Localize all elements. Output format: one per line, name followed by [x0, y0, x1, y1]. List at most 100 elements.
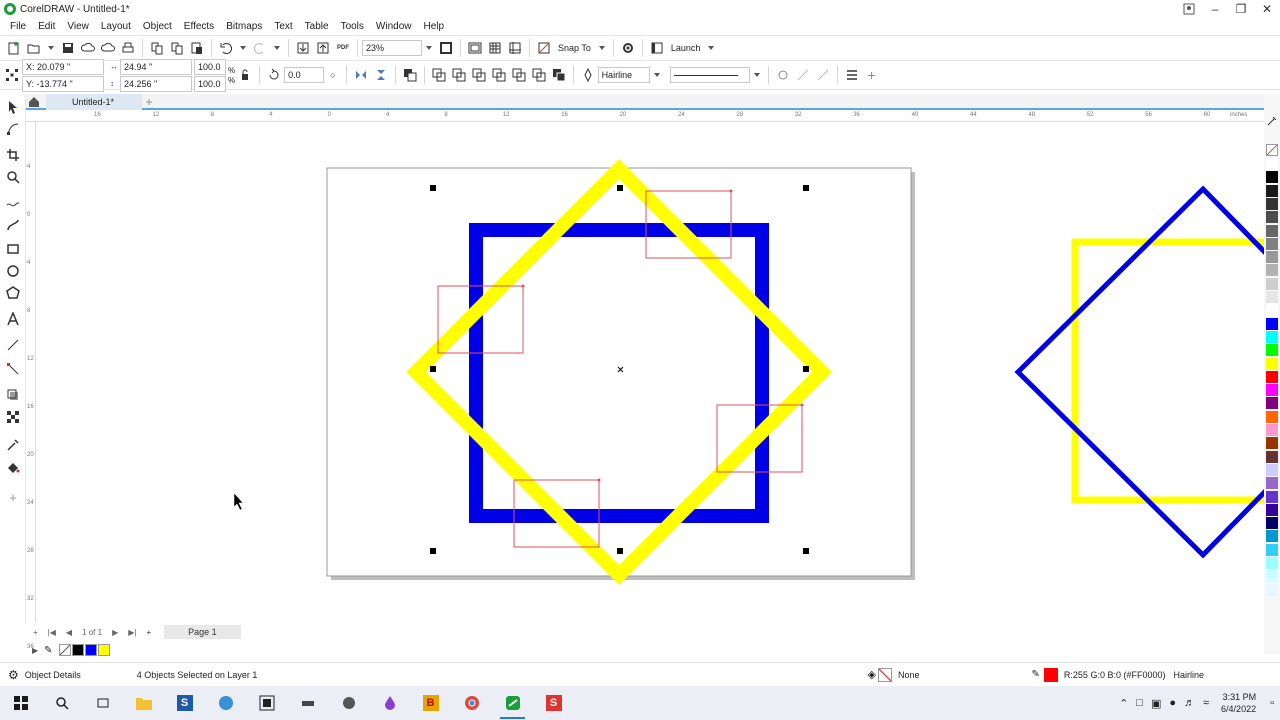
palette-swatch[interactable] [1266, 357, 1278, 370]
notification-icon[interactable]: ▫ [1264, 697, 1280, 709]
menu-text[interactable]: Text [268, 21, 298, 32]
app-s-icon[interactable]: S [164, 686, 205, 720]
simplify-icon[interactable] [489, 65, 509, 85]
palette-swatch[interactable] [1266, 224, 1278, 237]
edit-curves-icon[interactable] [813, 65, 833, 85]
align-distribute-icon[interactable] [842, 65, 862, 85]
no-color-swatch[interactable] [1266, 144, 1278, 156]
palette-swatch[interactable] [1266, 277, 1278, 290]
x-position-field[interactable]: X: 20.079 " [22, 58, 104, 75]
palette-swatch[interactable] [1266, 158, 1278, 170]
menu-file[interactable]: File [4, 21, 32, 32]
cut-icon[interactable] [147, 38, 167, 58]
palette-swatch[interactable] [1266, 543, 1278, 556]
back-minus-front-icon[interactable] [529, 65, 549, 85]
new-document-icon[interactable] [4, 38, 24, 58]
height-field[interactable]: 24.256 " [120, 75, 192, 92]
palette-swatch[interactable] [1266, 463, 1278, 476]
selection-handle[interactable] [430, 548, 436, 554]
palette-swatch[interactable] [1266, 397, 1278, 410]
mirror-horizontal-icon[interactable] [351, 65, 371, 85]
horizontal-ruler[interactable]: 16 12 8 4 0 4 8 12 16 20 24 28 32 36 40 44 48 52 56 60 inche… [26, 112, 1264, 122]
redo-icon[interactable] [250, 38, 270, 58]
menu-layout[interactable]: Layout [95, 21, 137, 32]
add-tab-icon[interactable]: + [142, 95, 156, 109]
selection-handle[interactable] [803, 185, 809, 191]
text-tool-icon[interactable] [4, 310, 22, 328]
menu-edit[interactable]: Edit [32, 21, 61, 32]
palette-swatch[interactable] [1266, 291, 1278, 303]
lock-ratio-icon[interactable] [235, 65, 255, 85]
swatch-none[interactable] [58, 644, 71, 656]
swatch-black[interactable] [71, 644, 84, 656]
snap-to-dropdown-icon[interactable] [598, 45, 605, 50]
rotation-angle-field[interactable]: 0.0 [284, 67, 325, 83]
clock[interactable]: 3:31 PM 6/4/2022 [1213, 691, 1264, 715]
selection-handle[interactable] [430, 185, 436, 191]
chrome-icon[interactable] [451, 686, 492, 720]
node-handle[interactable] [597, 478, 601, 482]
paste-icon[interactable] [187, 38, 207, 58]
tray-wifi-icon[interactable]: ≈ [1199, 697, 1213, 709]
fill-indicator[interactable]: ◈ None [868, 667, 920, 682]
show-grid-icon[interactable] [485, 38, 505, 58]
palette-swatch[interactable] [1266, 437, 1278, 450]
parallel-dimension-tool-icon[interactable] [4, 336, 22, 354]
palette-swatch[interactable] [1266, 370, 1278, 383]
selection-handle[interactable] [803, 366, 809, 372]
publish-pdf-icon[interactable]: PDF [333, 38, 353, 58]
interactive-fill-tool-icon[interactable] [4, 458, 22, 476]
node-handle[interactable] [521, 284, 525, 288]
launch-dropdown-icon[interactable] [708, 45, 715, 50]
width-field[interactable]: 24.94 " [120, 58, 192, 75]
freehand-tool-icon[interactable] [4, 194, 22, 212]
app-paint-icon[interactable] [205, 686, 246, 720]
task-view-icon[interactable] [82, 686, 123, 720]
next-page-icon[interactable]: ▶ [107, 628, 123, 637]
app-b-icon[interactable]: B [410, 686, 451, 720]
palette-swatch[interactable] [1266, 570, 1278, 583]
scale-height-field[interactable]: 100.0 [194, 75, 226, 92]
transparency-tool-icon[interactable] [4, 408, 22, 426]
cloud-upload-icon[interactable] [78, 38, 98, 58]
swatch-yellow[interactable] [97, 644, 110, 656]
mirror-vertical-icon[interactable] [371, 65, 391, 85]
menu-object[interactable]: Object [137, 21, 178, 32]
tray-chevron-icon[interactable]: ⌃ [1115, 697, 1132, 710]
launch-label[interactable]: Launch [667, 43, 705, 53]
weld-icon[interactable] [429, 65, 449, 85]
print-icon[interactable] [118, 38, 138, 58]
palette-swatch[interactable] [1266, 424, 1278, 436]
intersect-icon[interactable] [469, 65, 489, 85]
eyedropper-tool-icon[interactable] [4, 436, 22, 454]
yellow-square-copy[interactable] [1071, 238, 1264, 504]
launch-icon[interactable] [647, 38, 667, 58]
full-screen-preview-icon[interactable] [465, 38, 485, 58]
palette-swatch[interactable] [1266, 583, 1278, 596]
object-details-label[interactable]: Object Details [25, 670, 81, 680]
app-s-red-icon[interactable]: S [533, 686, 574, 720]
app-car-icon[interactable] [287, 686, 328, 720]
expand-arrow-icon[interactable]: ▶ [32, 646, 38, 655]
selection-handle[interactable] [430, 366, 436, 372]
palette-swatch[interactable] [1266, 237, 1278, 250]
vertical-ruler[interactable]: 4 0 4 8 12 16 20 24 28 32 36 [26, 122, 36, 650]
scale-width-field[interactable]: 100.0 [194, 58, 226, 75]
palette-swatch[interactable] [1266, 317, 1278, 330]
tab-untitled-1[interactable]: Untitled-1* + [46, 94, 153, 110]
zoom-dropdown-icon[interactable] [426, 45, 432, 50]
palette-swatch[interactable] [1266, 264, 1278, 277]
trim-icon[interactable] [449, 65, 469, 85]
maximize-button[interactable]: ❐ [1228, 0, 1254, 18]
rectangle-tool-icon[interactable] [4, 240, 22, 258]
artistic-media-tool-icon[interactable] [4, 216, 22, 234]
menu-view[interactable]: View [61, 21, 95, 32]
palette-swatch[interactable] [1266, 344, 1278, 357]
outline-indicator[interactable]: ✎ R:255 G:0 B:0 (#FF0000) Hairline [1032, 667, 1280, 682]
outline-width-dropdown-icon[interactable] [653, 73, 660, 77]
page-tab[interactable]: Page 1 [164, 625, 241, 639]
object-details-gear-icon[interactable]: ⚙ [8, 668, 19, 682]
selection-handle[interactable] [617, 185, 623, 191]
app-gear-icon[interactable] [328, 686, 369, 720]
add-page-after-icon[interactable]: + [141, 628, 156, 637]
